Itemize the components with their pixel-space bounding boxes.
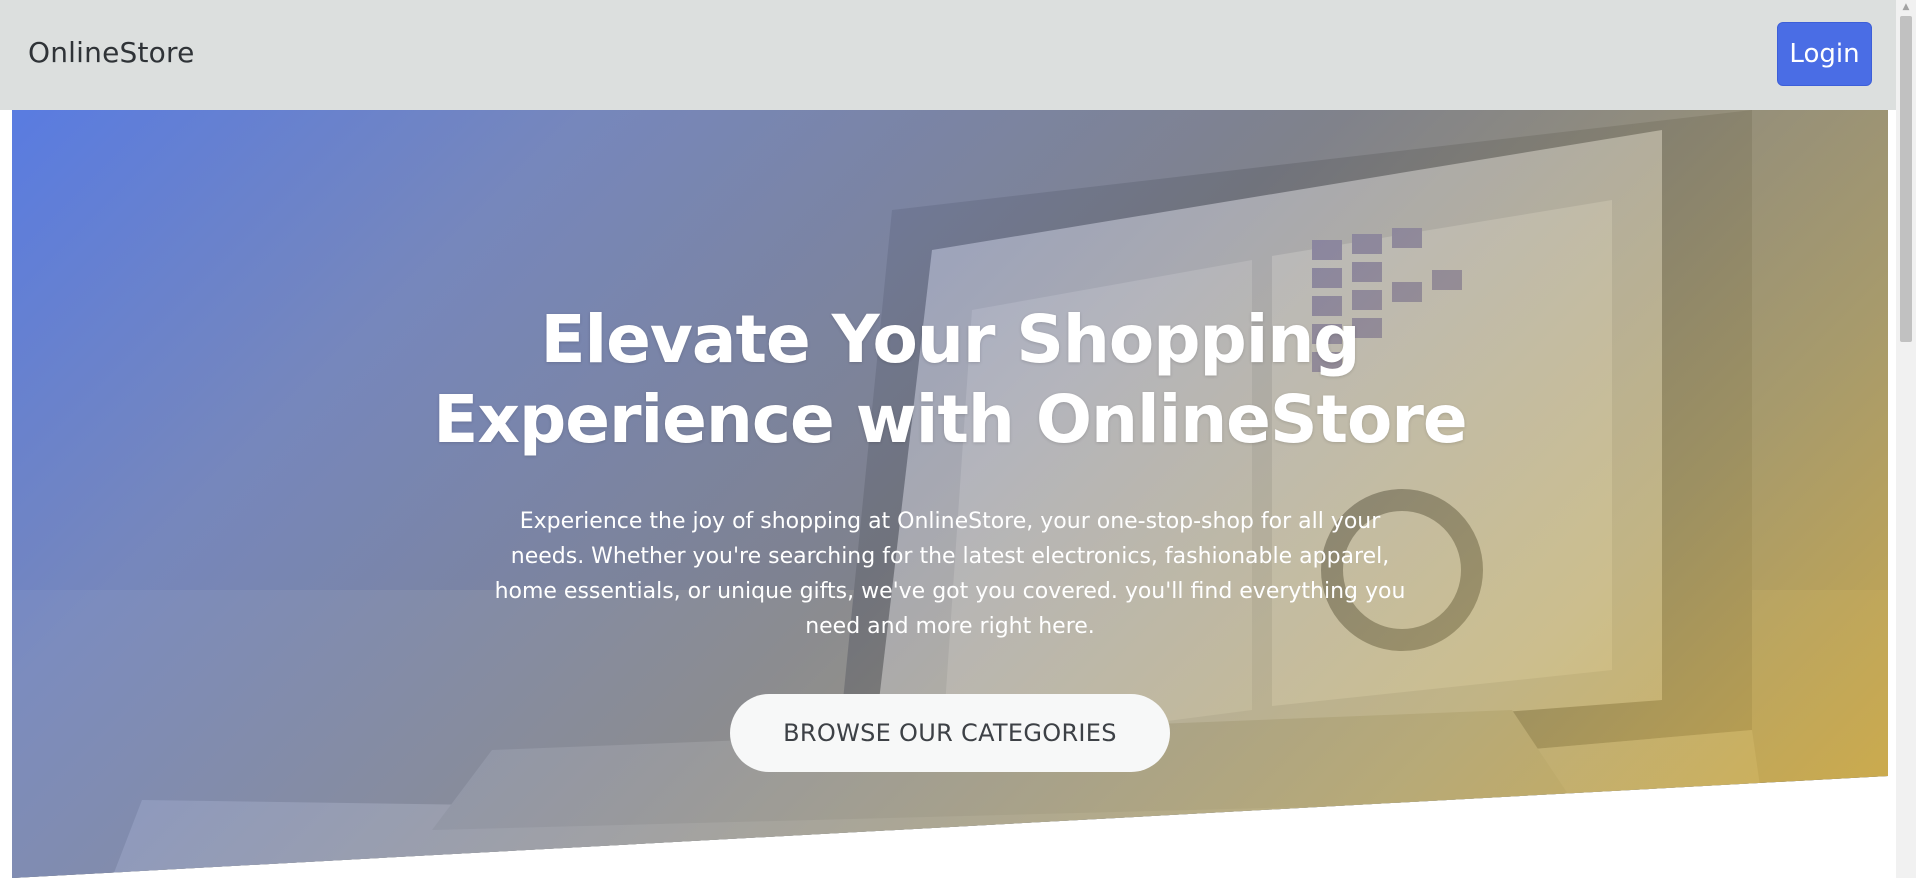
hero-title: Elevate Your Shopping Experience with On…	[12, 300, 1888, 460]
scrollbar-thumb[interactable]	[1900, 16, 1912, 342]
navbar: OnlineStore Login	[0, 0, 1896, 110]
triangle-up-icon[interactable]: ▲	[1896, 0, 1916, 14]
hero-title-line-2: Experience with OnlineStore	[433, 381, 1467, 458]
hero-content: Elevate Your Shopping Experience with On…	[12, 110, 1888, 878]
login-button[interactable]: Login	[1777, 22, 1872, 86]
hero-title-line-1: Elevate Your Shopping	[540, 301, 1360, 378]
brand-logo[interactable]: OnlineStore	[28, 36, 195, 69]
browse-categories-button[interactable]: BROWSE OUR CATEGORIES	[730, 694, 1170, 772]
vertical-scrollbar[interactable]: ▲	[1896, 0, 1916, 878]
hero-description: Experience the joy of shopping at Online…	[494, 509, 1406, 639]
hero-section: Elevate Your Shopping Experience with On…	[12, 110, 1888, 878]
